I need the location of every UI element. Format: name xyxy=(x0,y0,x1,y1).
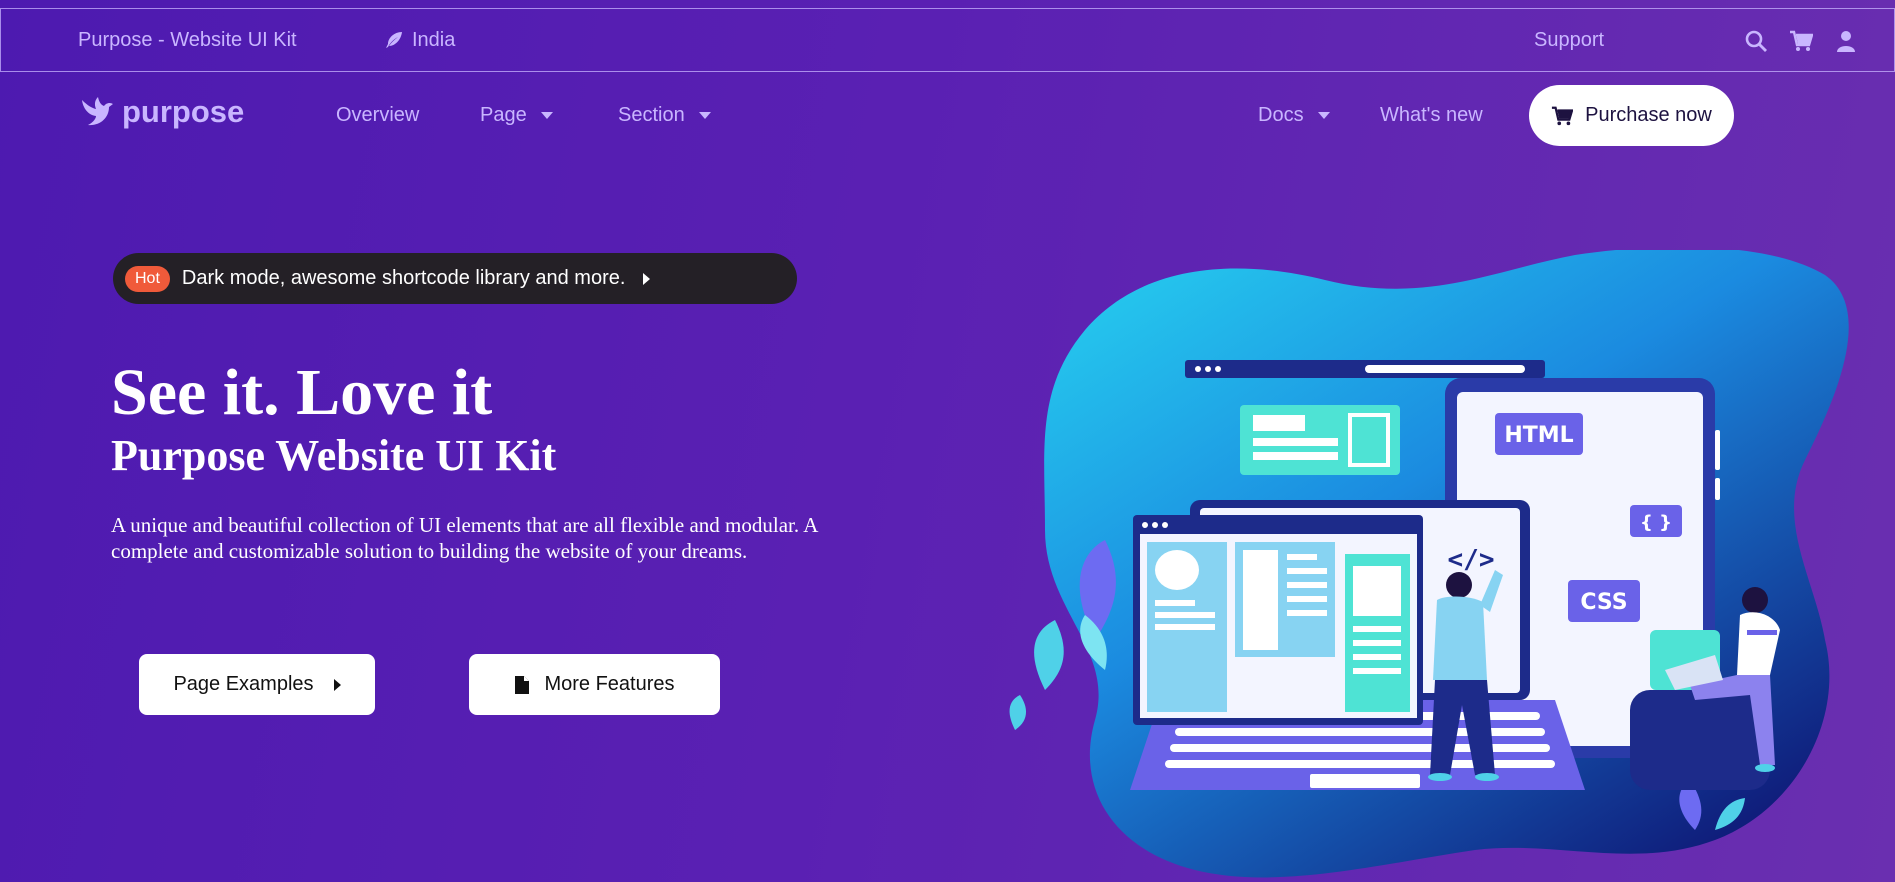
nav-docs[interactable]: Docs xyxy=(1258,104,1330,127)
nav-overview[interactable]: Overview xyxy=(336,104,419,127)
topbar-brand-link[interactable]: Purpose - Website UI Kit xyxy=(78,29,297,52)
caret-right-icon xyxy=(333,678,341,691)
chevron-down-icon xyxy=(540,112,553,119)
country-selector[interactable]: India xyxy=(384,29,455,52)
chevron-down-icon xyxy=(698,112,711,119)
page-examples-button[interactable]: Page Examples xyxy=(139,654,375,715)
chevron-down-icon xyxy=(1317,112,1330,119)
logo[interactable]: purpose xyxy=(80,94,244,130)
hero-illustration: HTML { } CSS </> xyxy=(1009,250,1849,878)
page-examples-label: Page Examples xyxy=(173,673,314,695)
hot-badge: Hot xyxy=(125,265,170,292)
braces-label: { } xyxy=(1640,512,1672,533)
promo-banner[interactable]: Hot Dark mode, awesome shortcode library… xyxy=(113,253,797,304)
nav-overview-label: Overview xyxy=(336,104,420,126)
css-label: CSS xyxy=(1580,590,1627,615)
nav-whats-new[interactable]: What's new xyxy=(1380,104,1483,127)
code-tag-label: </> xyxy=(1448,545,1495,575)
nav-section-label: Section xyxy=(618,104,685,126)
country-label: India xyxy=(412,28,456,51)
bird-icon xyxy=(82,97,113,126)
search-icon[interactable] xyxy=(1744,29,1768,53)
hero-description: A unique and beautiful collection of UI … xyxy=(111,513,818,563)
nav-section[interactable]: Section xyxy=(618,104,711,127)
more-features-button[interactable]: More Features xyxy=(469,654,720,715)
more-features-label: More Features xyxy=(544,673,675,695)
purchase-button[interactable]: Purchase now xyxy=(1529,85,1734,146)
cart-icon xyxy=(1552,106,1574,125)
hero-subtitle: Purpose Website UI Kit xyxy=(111,431,557,480)
nav-docs-label: Docs xyxy=(1258,104,1304,126)
logo-text: purpose xyxy=(122,94,245,129)
feather-icon xyxy=(386,32,402,48)
user-icon[interactable] xyxy=(1834,29,1858,53)
main-navbar: purpose Overview Page Section Docs What'… xyxy=(0,82,1895,148)
promo-text: Dark mode, awesome shortcode library and… xyxy=(181,267,626,289)
cart-icon[interactable] xyxy=(1789,29,1813,53)
top-bar: Purpose - Website UI Kit India Support xyxy=(0,8,1895,72)
nav-page[interactable]: Page xyxy=(480,104,553,127)
caret-right-icon xyxy=(643,272,651,285)
file-icon xyxy=(515,675,530,694)
html-label: HTML xyxy=(1504,423,1573,448)
nav-page-label: Page xyxy=(480,104,527,126)
hero-title: See it. Love it xyxy=(111,356,493,429)
purchase-label: Purchase now xyxy=(1585,104,1712,126)
nav-whats-new-label: What's new xyxy=(1380,104,1483,126)
support-link[interactable]: Support xyxy=(1534,29,1604,52)
